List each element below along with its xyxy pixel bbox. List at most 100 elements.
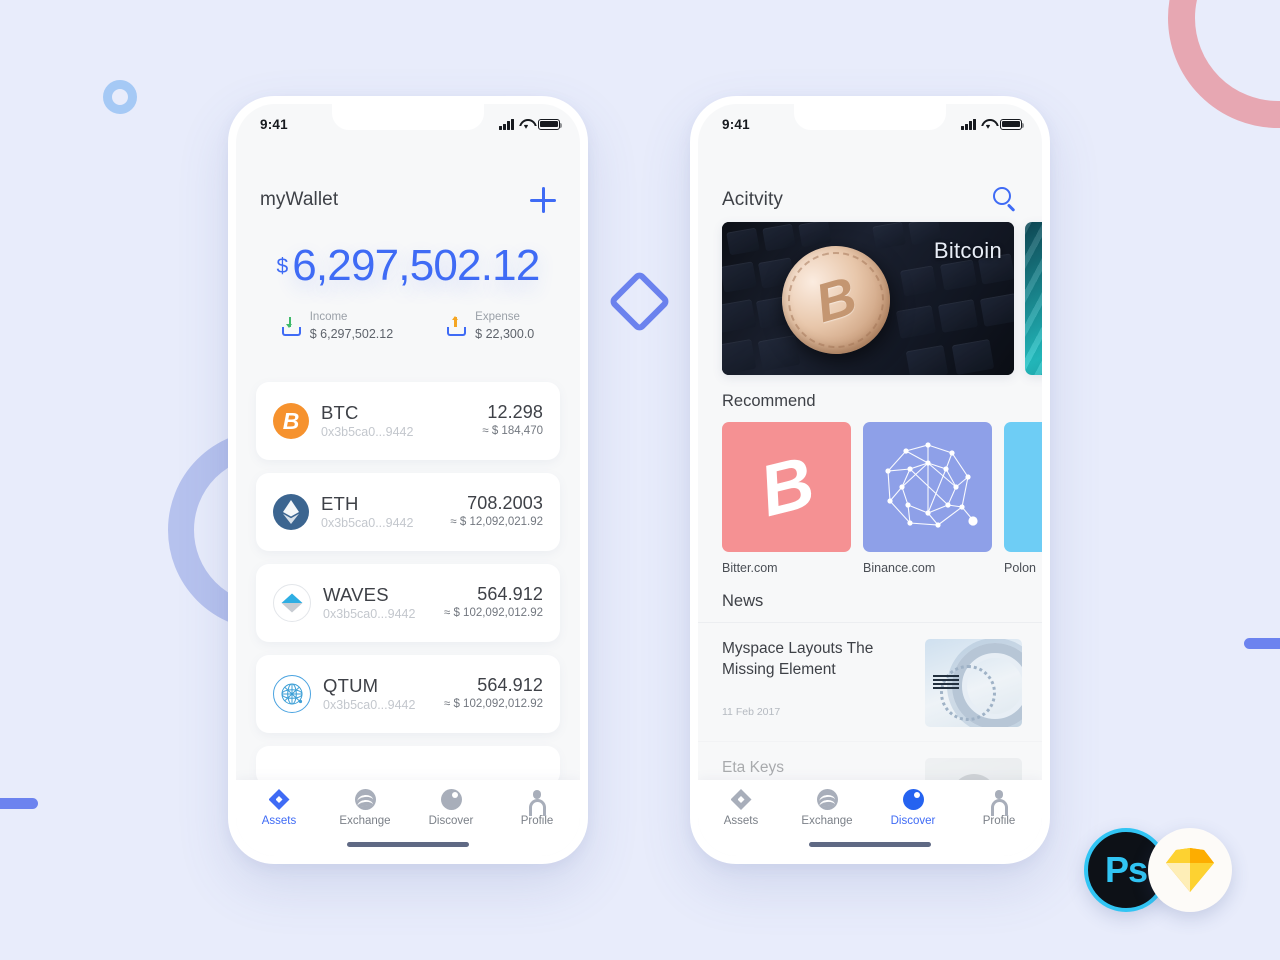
- decor-diamond: [607, 269, 672, 334]
- asset-usd-value: ≈ $ 102,092,012.92: [443, 607, 543, 620]
- tab-profile[interactable]: Profile: [956, 789, 1042, 827]
- asset-address: 0x3b5ca0...9442: [323, 606, 416, 621]
- tab-profile[interactable]: Profile: [494, 789, 580, 827]
- tab-assets[interactable]: Assets: [698, 789, 784, 827]
- wifi-icon: [519, 119, 533, 130]
- cellular-bars-icon: [961, 118, 976, 130]
- asset-usd-value: ≈ $ 102,092,012.92: [443, 698, 543, 711]
- news-thumbnail: [925, 639, 1022, 727]
- device-notch: [794, 104, 946, 130]
- expense-value: $ 22,300.0: [475, 326, 535, 341]
- tab-label: Profile: [982, 815, 1016, 827]
- tab-exchange[interactable]: Exchange: [784, 789, 870, 827]
- income-summary: Income $ 6,297,502.12: [281, 310, 394, 342]
- home-indicator[interactable]: [347, 842, 469, 847]
- table-row[interactable]: ETH 0x3b5ca0...9442 708.2003 ≈ $ 12,092,…: [256, 473, 560, 551]
- bitcoin-glyph-icon: B: [722, 422, 851, 552]
- decor-bar-left: [0, 798, 38, 809]
- bottom-tab-bar[interactable]: Assets Exchange Discover Profile: [236, 780, 580, 856]
- decor-ring-small: [103, 80, 137, 114]
- asset-usd-value: ≈ $ 184,470: [482, 425, 543, 438]
- tab-label: Discover: [890, 815, 936, 827]
- status-time: 9:41: [722, 116, 750, 132]
- ethereum-coin-icon: [273, 494, 309, 530]
- asset-symbol: WAVES: [323, 584, 389, 606]
- battery-full-icon: [1000, 118, 1025, 130]
- device-notch: [332, 104, 484, 130]
- tab-label: Assets: [261, 815, 297, 827]
- assets-diamond-icon: [268, 789, 290, 810]
- bitcoin-coin-icon: B: [273, 403, 309, 439]
- phone-mockup-activity: 9:41 Acitvity B Bitcoin Recommend B Bitt…: [690, 96, 1050, 864]
- news-date: 11 Feb 2017: [722, 706, 781, 719]
- ibm-logo-icon: [933, 675, 959, 690]
- hero-card-bitcoin[interactable]: B Bitcoin: [722, 222, 1014, 375]
- profile-person-icon: [527, 789, 548, 816]
- hero-caption: Bitcoin: [933, 238, 1002, 263]
- bottom-tab-bar[interactable]: Assets Exchange Discover Profile: [698, 780, 1042, 856]
- asset-amount: 564.912: [477, 584, 543, 605]
- tab-discover[interactable]: Discover: [408, 789, 494, 827]
- phone-mockup-wallet: 9:41 myWallet $ 6,297,502.12 Income $ 6,…: [228, 96, 588, 864]
- hero-carousel[interactable]: B Bitcoin: [698, 222, 1042, 375]
- page-title: myWallet: [260, 189, 339, 210]
- recommend-label: Bitter.com: [722, 561, 778, 575]
- balance-currency: $: [276, 255, 289, 278]
- discover-compass-icon: [440, 789, 462, 810]
- table-row[interactable]: B BTC 0x3b5ca0...9442 12.298 ≈ $ 184,470: [256, 382, 560, 460]
- canvas: 9:41 myWallet $ 6,297,502.12 Income $ 6,…: [0, 0, 1280, 960]
- tab-label: Exchange: [339, 815, 391, 827]
- exchange-waves-icon: [354, 789, 376, 810]
- tab-assets[interactable]: Assets: [236, 789, 322, 827]
- status-indicators: [961, 118, 1025, 130]
- table-row[interactable]: QTUM 0x3b5ca0...9442 564.912 ≈ $ 102,092…: [256, 655, 560, 733]
- sketch-badge: [1148, 828, 1232, 912]
- discover-compass-icon: [902, 789, 924, 810]
- network-mesh-icon: [863, 422, 992, 552]
- plus-icon[interactable]: [530, 187, 556, 213]
- income-download-icon: [281, 316, 301, 336]
- battery-full-icon: [538, 118, 563, 130]
- list-item[interactable]: B Bitter.com: [722, 422, 851, 575]
- recommend-row[interactable]: B Bitter.com Binance.com Polon: [698, 422, 1042, 575]
- asset-symbol: ETH: [321, 493, 359, 515]
- page-title: Acitvity: [722, 189, 783, 210]
- profile-person-icon: [989, 789, 1010, 816]
- cellular-bars-icon: [499, 118, 514, 130]
- tab-exchange[interactable]: Exchange: [322, 789, 408, 827]
- recommend-label: Binance.com: [863, 561, 936, 575]
- tab-label: Assets: [723, 815, 759, 827]
- status-indicators: [499, 118, 563, 130]
- recommend-label: Polon: [1004, 561, 1036, 575]
- decor-bar-right: [1244, 638, 1280, 649]
- income-label: Income: [309, 311, 348, 323]
- activity-scroll[interactable]: B Bitcoin Recommend B Bitter.com Binance…: [698, 222, 1042, 856]
- home-indicator[interactable]: [809, 842, 931, 847]
- income-value: $ 6,297,502.12: [309, 326, 394, 341]
- asset-amount: 564.912: [477, 675, 543, 696]
- asset-symbol: QTUM: [323, 675, 379, 697]
- screen-wallet: 9:41 myWallet $ 6,297,502.12 Income $ 6,…: [236, 104, 580, 856]
- exchange-waves-icon: [816, 789, 838, 810]
- asset-amount: 708.2003: [467, 493, 543, 514]
- waves-coin-icon: [273, 584, 311, 622]
- tab-discover[interactable]: Discover: [870, 789, 956, 827]
- search-icon[interactable]: [992, 187, 1018, 213]
- asset-usd-value: ≈ $ 12,092,021.92: [450, 516, 543, 529]
- list-item[interactable]: Binance.com: [863, 422, 992, 575]
- poloniex-icon: [1004, 422, 1042, 552]
- news-title: Myspace Layouts The Missing Element: [722, 640, 874, 678]
- table-row[interactable]: WAVES 0x3b5ca0...9442 564.912 ≈ $ 102,09…: [256, 564, 560, 642]
- list-item[interactable]: Myspace Layouts The Missing Element 11 F…: [698, 622, 1042, 741]
- section-title-recommend: Recommend: [722, 392, 816, 410]
- status-time: 9:41: [260, 116, 288, 132]
- asset-address: 0x3b5ca0...9442: [323, 697, 416, 712]
- tab-label: Discover: [428, 815, 474, 827]
- expense-summary: Expense $ 22,300.0: [447, 310, 534, 342]
- list-item[interactable]: Polon: [1004, 422, 1042, 575]
- hero-card-secondary[interactable]: [1025, 222, 1042, 375]
- assets-diamond-icon: [730, 789, 752, 810]
- wifi-icon: [981, 119, 995, 130]
- income-expense-row: Income $ 6,297,502.12 Expense $ 22,300.0: [236, 310, 580, 342]
- news-title: Eta Keys: [722, 759, 785, 776]
